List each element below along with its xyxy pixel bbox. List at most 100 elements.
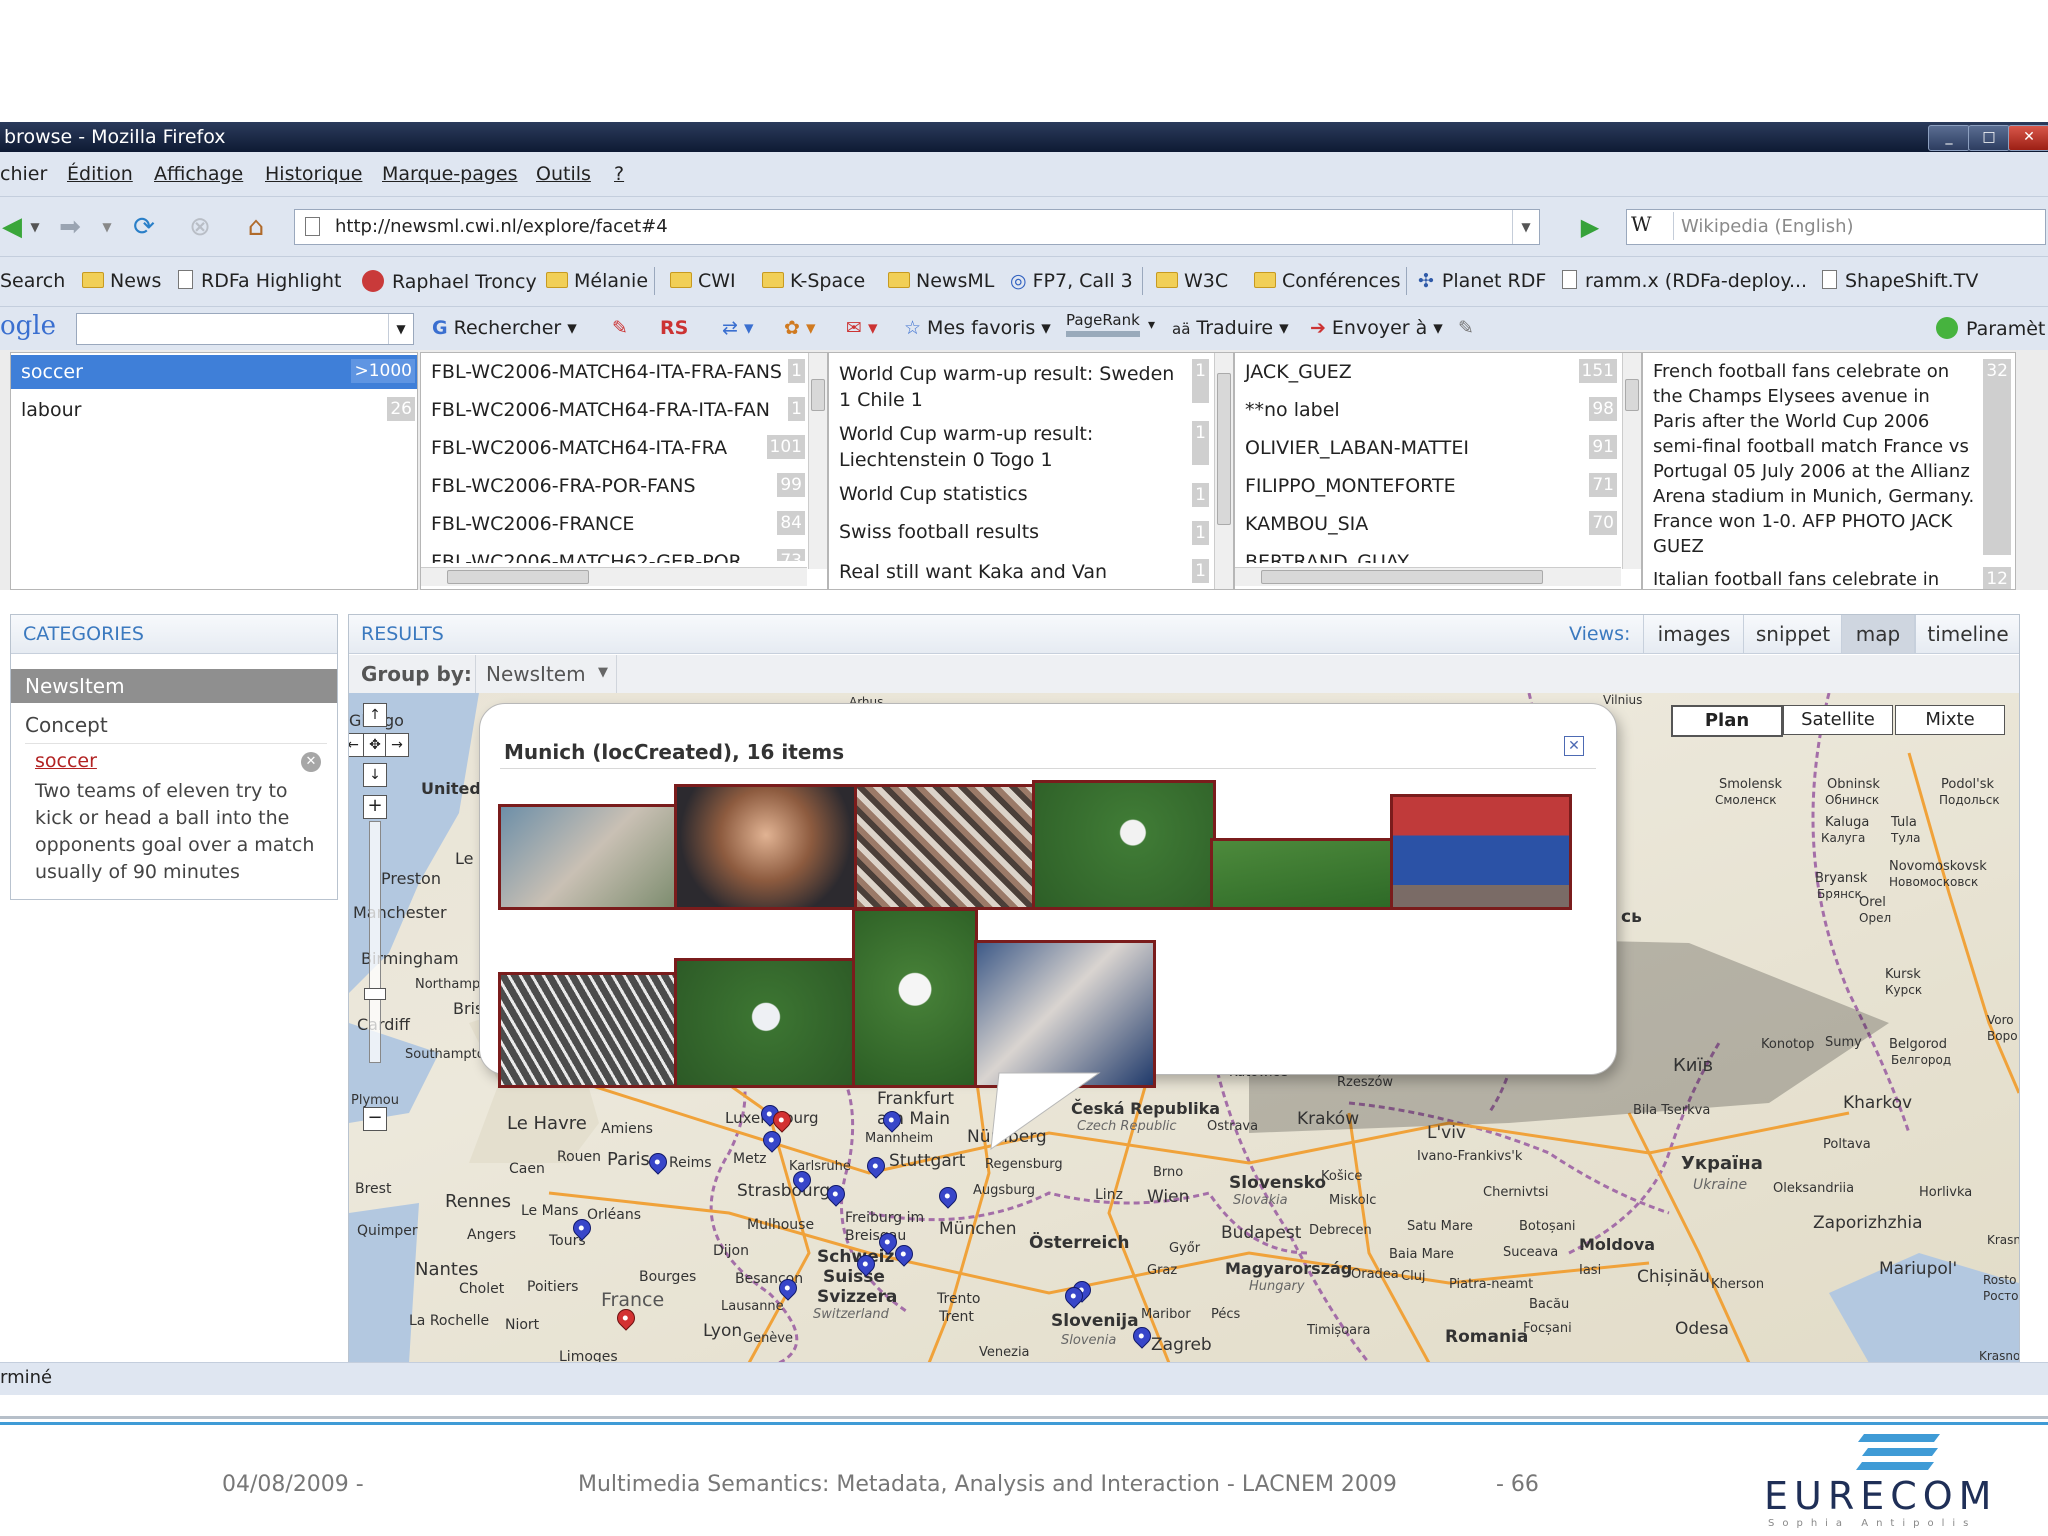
maximize-button[interactable]: □ [1968, 125, 2010, 151]
menu-tools[interactable]: Outils [536, 163, 591, 185]
zoom-slider-thumb[interactable] [364, 988, 386, 1000]
bookmark-raphael-troncy[interactable]: Raphael Troncy [362, 270, 537, 293]
photo-thumbnail[interactable] [674, 784, 858, 910]
photo-thumbnail[interactable] [852, 908, 978, 1088]
facet-item-label[interactable]: FBL-WC2006-FRA-POR-FANS [431, 475, 696, 497]
facet-headline-label[interactable]: World Cup warm-up result: Sweden 1 Chile… [839, 361, 1181, 413]
facet-creator-label[interactable]: OLIVIER_LABAN-MATTEI [1245, 437, 1469, 459]
menu-history[interactable]: Historique [265, 163, 362, 185]
map-type-mixte[interactable]: Mixte [1895, 705, 2005, 735]
zoom-slider[interactable] [364, 821, 386, 1063]
rs-button[interactable]: RS [660, 317, 688, 339]
facet-headline-label[interactable]: Real still want Kaka and Van Nistelrooy [839, 559, 1139, 587]
google-dropdown-icon[interactable]: ▼ [388, 314, 413, 344]
facet-item-label[interactable]: FBL-WC2006-MATCH64-FRA-ITA-FAN [431, 399, 770, 421]
bookmark-newsml[interactable]: NewsML [888, 270, 994, 292]
category-newsitem[interactable]: NewsItem [11, 669, 337, 703]
settings-button[interactable]: Paramèt [1936, 317, 2045, 340]
home-icon[interactable]: ⌂ [238, 209, 274, 245]
photo-thumbnail[interactable] [1390, 794, 1572, 910]
vertical-scrollbar[interactable] [1214, 353, 1233, 589]
menu-bookmarks[interactable]: Marque-pages [382, 163, 518, 185]
bookmark-fp7-call3[interactable]: ◎ FP7, Call 3 [1010, 270, 1133, 292]
facet-headline-label[interactable]: Swiss football results [839, 521, 1039, 543]
scrollbar-thumb[interactable] [447, 570, 589, 584]
zoom-in-icon[interactable]: + [363, 795, 387, 819]
bookmark-k-space[interactable]: K-Space [762, 270, 865, 292]
search-input[interactable]: Wikipedia (English) [1681, 216, 1854, 237]
menu-help[interactable]: ? [614, 163, 624, 185]
map-type-satellite[interactable]: Satellite [1783, 705, 1893, 735]
go-icon[interactable]: ▶ [1572, 209, 1608, 245]
google-search-input[interactable]: ▼ [76, 313, 414, 345]
scrollbar-thumb[interactable] [1217, 373, 1231, 525]
translate-button[interactable]: aä Traduire ▾ [1172, 317, 1289, 339]
popup-close-icon[interactable]: ✕ [1564, 736, 1584, 756]
facet-creator-label[interactable]: **no label [1245, 399, 1340, 421]
facet-creator-label[interactable]: FILIPPO_MONTEFORTE [1245, 475, 1456, 497]
bookmark-news[interactable]: News [82, 270, 161, 292]
bookmark-conferences[interactable]: Conférences [1254, 270, 1400, 292]
pan-up-icon[interactable]: ↑ [363, 703, 387, 727]
facet-caption-label[interactable]: French football fans celebrate on the Ch… [1653, 359, 1977, 559]
photo-thumbnail[interactable] [974, 940, 1156, 1088]
horizontal-scrollbar[interactable] [1235, 567, 1621, 586]
remove-concept-icon[interactable]: ✕ [301, 752, 321, 772]
map-view[interactable]: Glasgo United Kingdom Le Preston Manches… [349, 693, 2019, 1363]
view-tab-snippet[interactable]: snippet [1743, 615, 1842, 653]
photo-thumbnail[interactable] [1032, 780, 1216, 910]
favorites-button[interactable]: ☆ Mes favoris ▾ [904, 317, 1051, 339]
photo-thumbnail[interactable] [498, 804, 680, 910]
bookmark-rammx[interactable]: ramm.x (RDFa-deploy... [1562, 270, 1807, 292]
bookmark-shapeshift[interactable]: ShapeShift.TV [1822, 270, 1978, 292]
reload-icon[interactable]: ⟳ [126, 209, 162, 245]
bookmark-tool-icon[interactable]: ⇄ ▾ [722, 317, 754, 339]
highlighter-icon[interactable]: ✎ [1458, 317, 1474, 339]
facet-creator-label[interactable]: JACK_GUEZ [1245, 361, 1352, 383]
facet-item-label[interactable]: FBL-WC2006-FRANCE [431, 513, 634, 535]
popup-blocker-icon[interactable]: ✿ ▾ [784, 317, 816, 339]
map-type-plan[interactable]: Plan [1671, 705, 1783, 737]
pan-right-icon[interactable]: → [385, 733, 409, 757]
mail-icon[interactable]: ✉ ▾ [846, 317, 878, 339]
pan-down-icon[interactable]: ↓ [363, 763, 387, 787]
menu-edit[interactable]: Édition [67, 163, 133, 185]
facet-creator-label[interactable]: BERTRAND_GUAY [1245, 551, 1409, 563]
bookmark-rdfa-highlight[interactable]: RDFa Highlight [178, 270, 341, 292]
send-to-button[interactable]: ➔ Envoyer à ▾ [1310, 317, 1443, 339]
facet-item-label[interactable]: FBL-WC2006-MATCH64-ITA-FRA [431, 437, 727, 459]
bookmark-w3c[interactable]: W3C [1156, 270, 1228, 292]
facet-creator-label[interactable]: KAMBOU_SIA [1245, 513, 1368, 535]
search-bar[interactable]: W Wikipedia (English) [1626, 209, 2046, 245]
view-tab-map[interactable]: map [1841, 615, 1915, 653]
view-tab-images[interactable]: images [1643, 615, 1744, 653]
facet-headline-label[interactable]: World Cup warm-up result: Liechtenstein … [839, 421, 1139, 473]
facet-caption-label[interactable]: Italian football fans celebrate in [1653, 569, 1939, 589]
photo-thumbnail[interactable] [1210, 838, 1394, 910]
bookmark-planet-rdf[interactable]: ✣ Planet RDF [1418, 270, 1546, 292]
forward-dropdown-icon[interactable]: ▼ [100, 209, 114, 245]
group-by-select[interactable]: NewsItem ▼ [475, 655, 617, 693]
pan-center-icon[interactable]: ✥ [363, 733, 387, 757]
menu-file[interactable]: chier [0, 163, 47, 185]
scrollbar-thumb[interactable] [1261, 570, 1543, 584]
scrollbar-thumb[interactable] [811, 379, 825, 411]
news-icon[interactable]: ✎ [612, 317, 628, 339]
back-icon[interactable]: ◀ [0, 209, 30, 245]
view-tab-timeline[interactable]: timeline [1915, 615, 2020, 653]
vertical-scrollbar[interactable] [808, 353, 827, 569]
bookmark-search[interactable]: Search [0, 270, 65, 292]
facet-topic-label[interactable]: labour [21, 399, 81, 421]
photo-thumbnail[interactable] [854, 784, 1038, 910]
stop-icon[interactable]: ⊗ [182, 209, 218, 245]
bookmark-cwi[interactable]: CWI [670, 270, 736, 292]
url-dropdown-icon[interactable]: ▼ [1512, 210, 1539, 244]
facet-topic-label[interactable]: soccer [21, 361, 83, 383]
concept-soccer-link[interactable]: soccer [35, 750, 97, 772]
back-dropdown-icon[interactable]: ▼ [28, 209, 42, 245]
facet-item-label[interactable]: FBL-WC2006-MATCH64-ITA-FRA-FANS [431, 361, 782, 383]
google-logo[interactable]: ogle [0, 311, 56, 341]
url-text[interactable]: http://newsml.cwi.nl/explore/facet#4 [335, 216, 668, 237]
forward-icon[interactable]: ➡ [52, 209, 88, 245]
address-bar[interactable]: http://newsml.cwi.nl/explore/facet#4 ▼ [294, 209, 1540, 245]
